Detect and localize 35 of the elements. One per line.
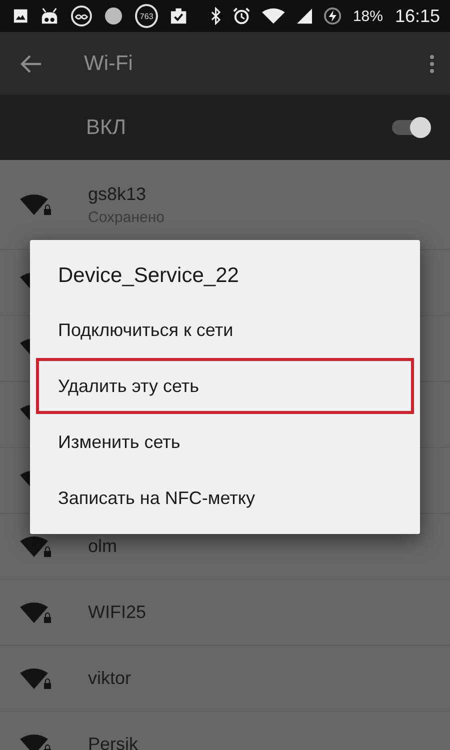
wifi-toggle[interactable] <box>392 120 428 135</box>
network-name: gs8k13 <box>88 184 148 204</box>
network-name: viktor <box>88 668 132 689</box>
notification-badge: 763 <box>135 4 158 28</box>
clock-time: 16:15 <box>394 6 440 26</box>
network-name: olm <box>88 536 118 557</box>
overflow-menu-button[interactable] <box>430 54 434 72</box>
wifi-state-label: ВКЛ <box>86 116 128 140</box>
disc-icon <box>104 6 124 26</box>
battery-charging-icon <box>324 7 341 25</box>
wifi-lock-icon[interactable] <box>20 534 52 558</box>
wifi-lock-icon[interactable] <box>20 732 52 750</box>
network-name: WIFI25 <box>88 602 146 623</box>
image-icon <box>13 8 28 24</box>
more-vertical-icon <box>430 54 434 72</box>
cell-signal-icon <box>296 8 312 24</box>
wifi-signal-icon <box>262 8 285 24</box>
clipboard-check-icon <box>170 7 188 25</box>
infinity-icon <box>71 5 92 27</box>
wifi-lock-icon[interactable] <box>20 666 52 690</box>
wifi-lock-icon[interactable] <box>20 192 52 216</box>
menu-item[interactable]: Удалить эту сеть <box>36 358 414 414</box>
menu-item[interactable]: Изменить сеть <box>36 414 414 470</box>
wifi-lock-icon[interactable] <box>20 600 52 624</box>
screen-title: Wi-Fi <box>84 52 134 76</box>
bluetooth-icon <box>211 7 221 25</box>
battery-percent: 18% <box>352 8 383 24</box>
alarm-icon <box>232 7 250 25</box>
menu-item[interactable]: Записать на NFC-метку <box>36 470 414 526</box>
menu-item[interactable]: Подключиться к сети <box>36 302 414 358</box>
back-arrow-icon <box>20 54 42 72</box>
network-name: Persik <box>88 734 138 750</box>
dialog-title: Device_Service_22 <box>58 264 239 288</box>
back-button[interactable] <box>20 54 42 72</box>
robot-icon <box>40 7 60 25</box>
